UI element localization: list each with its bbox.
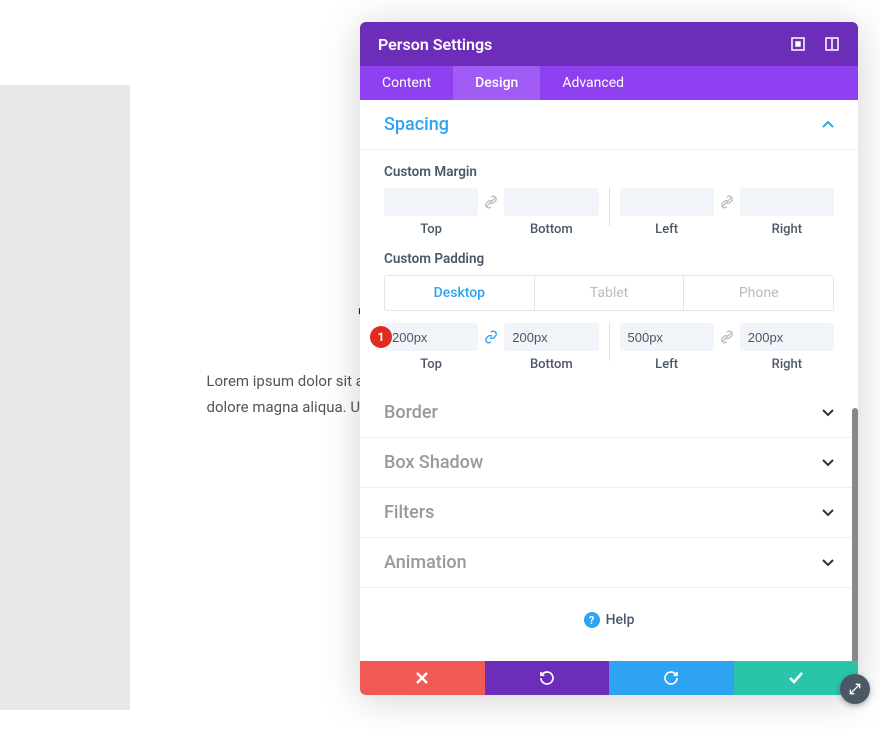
chevron-up-icon — [822, 118, 834, 132]
chevron-down-icon — [822, 456, 834, 470]
help-row[interactable]: ? Help — [360, 588, 858, 652]
chevron-down-icon — [822, 506, 834, 520]
help-label: Help — [606, 612, 635, 628]
padding-left-label: Left — [655, 357, 678, 372]
margin-inputs: Top Bottom Left Right — [384, 188, 834, 237]
padding-right-input[interactable] — [740, 323, 834, 351]
section-border-header[interactable]: Border — [360, 388, 858, 438]
resize-fab[interactable] — [840, 674, 870, 704]
tab-content[interactable]: Content — [360, 66, 453, 100]
scrollbar[interactable] — [852, 408, 858, 661]
header-icons — [790, 36, 840, 52]
main-tabs: Content Design Advanced — [360, 66, 858, 100]
page-background-block — [0, 85, 130, 710]
help-icon: ? — [584, 612, 600, 628]
device-tab-desktop[interactable]: Desktop — [385, 276, 535, 310]
margin-bottom-label: Bottom — [530, 222, 573, 237]
section-box-shadow-title: Box Shadow — [384, 452, 483, 473]
margin-top-input[interactable] — [384, 188, 478, 216]
device-tab-tablet[interactable]: Tablet — [535, 276, 685, 310]
device-tabs: Desktop Tablet Phone — [384, 275, 834, 311]
padding-top-input[interactable] — [384, 323, 478, 351]
chevron-down-icon — [822, 406, 834, 420]
padding-inputs: Top Bottom Left Right — [384, 323, 834, 372]
snap-icon[interactable] — [824, 36, 840, 52]
section-spacing-header[interactable]: Spacing — [360, 100, 858, 150]
margin-right-input[interactable] — [740, 188, 834, 216]
link-icon[interactable] — [718, 188, 736, 216]
cancel-button[interactable] — [360, 661, 485, 695]
section-filters-header[interactable]: Filters — [360, 488, 858, 538]
redo-button[interactable] — [609, 661, 734, 695]
expand-icon[interactable] — [790, 36, 806, 52]
chevron-down-icon — [822, 556, 834, 570]
device-tab-phone[interactable]: Phone — [684, 276, 833, 310]
divider — [609, 323, 610, 361]
margin-top-label: Top — [420, 222, 442, 237]
section-animation-header[interactable]: Animation — [360, 538, 858, 588]
divider — [609, 188, 610, 226]
link-icon[interactable] — [718, 323, 736, 351]
section-filters-title: Filters — [384, 502, 434, 523]
padding-left-input[interactable] — [620, 323, 714, 351]
padding-bottom-label: Bottom — [530, 357, 573, 372]
spacing-body: Custom Margin Top Bottom Left Right Cust… — [360, 164, 858, 388]
panel-header: Person Settings — [360, 22, 858, 66]
link-icon[interactable] — [482, 323, 500, 351]
margin-bottom-input[interactable] — [504, 188, 598, 216]
margin-left-input[interactable] — [620, 188, 714, 216]
settings-panel: Person Settings Content Design Advanced … — [360, 22, 858, 695]
custom-margin-label: Custom Margin — [384, 164, 834, 180]
step-marker-1: 1 — [370, 326, 392, 348]
panel-body: Spacing Custom Margin Top Bottom Left Ri… — [360, 100, 858, 661]
custom-padding-label: Custom Padding — [384, 251, 834, 267]
section-box-shadow-header[interactable]: Box Shadow — [360, 438, 858, 488]
padding-top-label: Top — [420, 357, 442, 372]
padding-right-label: Right — [772, 357, 802, 372]
undo-button[interactable] — [485, 661, 610, 695]
margin-right-label: Right — [772, 222, 802, 237]
panel-title: Person Settings — [378, 35, 492, 54]
padding-bottom-input[interactable] — [504, 323, 598, 351]
margin-left-label: Left — [655, 222, 678, 237]
section-animation-title: Animation — [384, 552, 467, 573]
panel-footer — [360, 661, 858, 695]
section-spacing-title: Spacing — [384, 114, 449, 135]
link-icon[interactable] — [482, 188, 500, 216]
section-border-title: Border — [384, 402, 438, 423]
tab-design[interactable]: Design — [453, 66, 540, 100]
tab-advanced[interactable]: Advanced — [540, 66, 646, 100]
